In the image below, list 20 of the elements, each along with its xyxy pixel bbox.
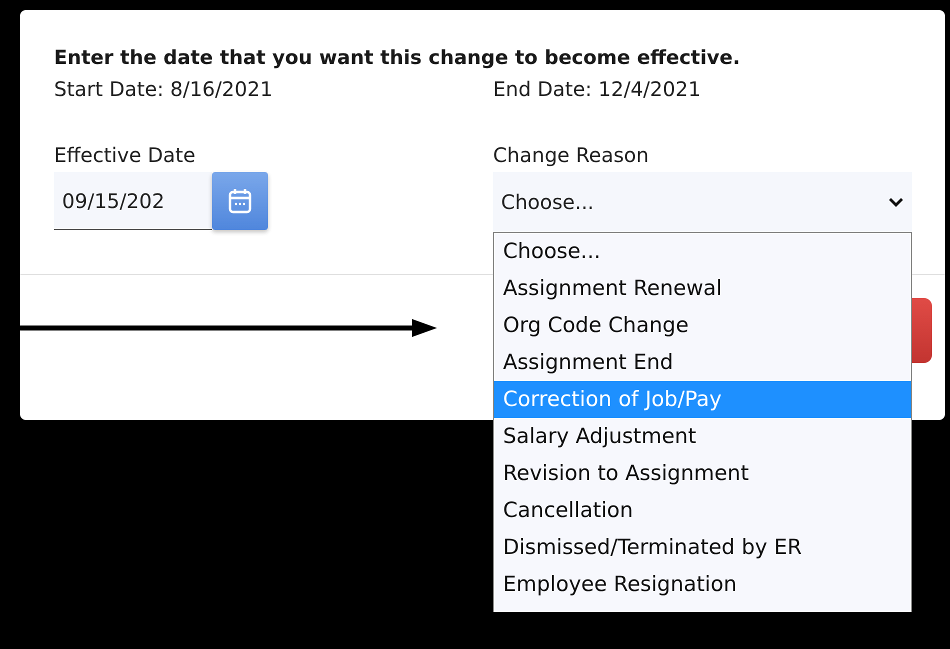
dropdown-option[interactable]: Salary Adjustment [494,418,911,455]
dropdown-option[interactable]: Assignment End [494,344,911,381]
end-date-text: End Date: 12/4/2021 [493,76,702,103]
chevron-down-icon [888,197,904,207]
action-button[interactable] [912,298,932,363]
calendar-button[interactable] [212,172,268,230]
dropdown-option[interactable]: Employee Resignation [494,566,911,603]
dropdown-option[interactable]: Dismissed/Terminated by ER [494,529,911,566]
dropdown-option[interactable]: Revision to Assignment [494,455,911,492]
dropdown-option[interactable]: Org Code Change [494,307,911,344]
dropdown-option[interactable]: Choose... [494,233,911,270]
change-reason-dropdown[interactable]: Choose... [493,172,912,232]
instruction-text: Enter the date that you want this change to become effective. [54,45,742,71]
start-date-text: Start Date: 8/16/2021 [54,76,274,103]
dropdown-option[interactable]: Assignment Renewal [494,270,911,307]
dropdown-option[interactable]: Cancellation [494,492,911,529]
change-reason-label: Change Reason [493,142,650,169]
effective-date-label: Effective Date [54,142,196,169]
date-input-field[interactable]: 09/15/202 [54,172,212,230]
calendar-icon [228,188,252,214]
